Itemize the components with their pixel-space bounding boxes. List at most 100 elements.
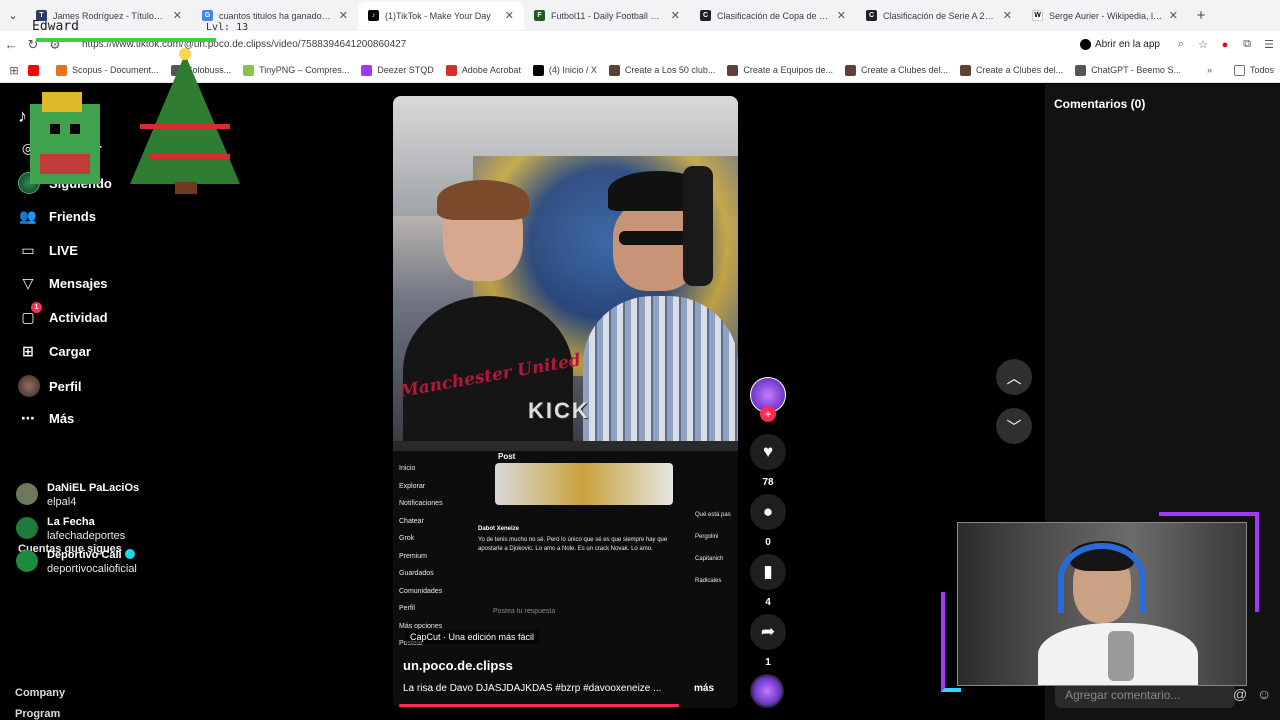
browser-tab[interactable]: F Futbol11 - Daily Football Game ✕ <box>524 2 690 30</box>
tab-search-icon[interactable]: ⌄ <box>0 0 26 31</box>
close-tab-icon[interactable]: ✕ <box>1169 9 1178 22</box>
like-button[interactable]: ♥ 78 <box>748 434 788 488</box>
headset-icon <box>1058 543 1146 613</box>
x-nav-item: Inicio <box>399 465 416 472</box>
bookmark-item[interactable]: Create a Clubes del... <box>960 64 1063 76</box>
save-count: 4 <box>765 597 771 608</box>
microphone <box>683 166 713 286</box>
zoom-icon[interactable]: ⌕ <box>1170 38 1192 51</box>
sidebar-item-actividad[interactable]: ▢ 1 Actividad <box>18 302 108 327</box>
bookmark-favicon-icon <box>532 64 544 76</box>
account-name: Deportivo Cali <box>47 548 137 562</box>
x-trending-item: Qué está pas <box>695 512 731 518</box>
capcut-label[interactable]: CapCut · Una edición más fácil <box>405 630 540 644</box>
comment-button[interactable]: ● 0 <box>748 494 788 548</box>
bookmark-item[interactable]: (4) Inicio / X <box>532 64 597 76</box>
video-caption-text: La risa de Davo DJASJDAJKDAS #bzrp #davo… <box>403 683 662 694</box>
opera-extension-icon[interactable]: ● <box>1214 39 1236 51</box>
x-nav-item: Notificaciones <box>399 500 443 507</box>
bookmark-item[interactable]: Create a Equipos de... <box>727 64 833 76</box>
tab-title: Clasificación de Serie A 2025/2 <box>883 10 997 21</box>
footer-link-program[interactable]: Program <box>15 708 60 720</box>
following-account[interactable]: La Fecha lafechadeportes <box>16 515 125 543</box>
all-bookmarks[interactable]: » Todos <box>1206 64 1274 76</box>
browser-tab[interactable]: W Serge Aurier - Wikipedia, la enc ✕ <box>1022 2 1188 30</box>
following-account[interactable]: Deportivo Cali deportivocalioficial <box>16 548 137 576</box>
sidebar-item-label: Perfil <box>49 378 82 394</box>
sidebar-item-live[interactable]: ▭ LIVE <box>18 240 78 260</box>
sidebar-item-perfil[interactable]: Perfil <box>18 375 82 397</box>
open-in-app-button[interactable]: Abrir en la app <box>1079 39 1160 50</box>
sidebar-item-mensajes[interactable]: ▽ Mensajes <box>18 273 108 293</box>
notification-badge: 1 <box>31 302 42 313</box>
account-avatar <box>16 483 38 505</box>
x-trending-item: Capitanich <box>695 556 724 562</box>
activity-icon: ▢ 1 <box>18 302 42 327</box>
x-trending-item: Pergolini <box>695 534 719 540</box>
close-tab-icon[interactable]: ✕ <box>505 9 514 22</box>
open-in-app-label: Abrir en la app <box>1094 39 1160 50</box>
streamer-level: Lvl: 13 <box>206 22 249 33</box>
browser-tab[interactable]: ♪ (1)TikTok - Make Your Day ✕ <box>358 1 524 30</box>
live-icon: ▭ <box>21 241 35 258</box>
video-progress-bar[interactable] <box>399 704 679 707</box>
following-account[interactable]: DaNiEL PaLaciOs elpal4 <box>16 481 139 509</box>
music-disc[interactable] <box>750 674 784 708</box>
bookmark-item[interactable]: Adobe Acrobat <box>445 64 521 76</box>
caption-more-button[interactable]: más <box>694 683 714 694</box>
browser-tab-bar: ⌄ T James Rodríguez - Títulos & Lo ✕ Gcuant… <box>0 0 1280 31</box>
browser-tab[interactable]: C Clasificación de Serie A 2025/2 ✕ <box>856 2 1022 30</box>
video-frame-top: Manchester United KICK <box>393 96 738 446</box>
footer-link-company[interactable]: Company <box>15 687 65 699</box>
comment-icon: ● <box>750 494 786 530</box>
microphone-icon <box>1108 631 1134 681</box>
previous-video-button[interactable]: ︿ <box>996 359 1032 395</box>
save-button[interactable]: ▮ 4 <box>748 554 788 608</box>
close-tab-icon[interactable]: ✕ <box>339 9 348 22</box>
bookmark-favicon-icon <box>361 64 373 76</box>
video-player[interactable]: Manchester United KICK Inicio Explorar Not… <box>393 96 738 708</box>
sidebar-item-label: Actividad <box>49 309 108 325</box>
account-username: lafechadeportes <box>47 530 126 542</box>
close-tab-icon[interactable]: ✕ <box>1003 9 1012 22</box>
share-button[interactable]: ➦ 1 <box>748 614 788 668</box>
bookmark-star-icon[interactable]: ☆ <box>1192 38 1214 51</box>
sidebar-item-friends[interactable]: 👥 Friends <box>18 206 96 226</box>
account-avatar <box>16 550 38 572</box>
bookmark-favicon-icon <box>608 64 620 76</box>
emoji-icon[interactable]: ☺ <box>1257 686 1271 702</box>
bookmark-label: Create a Los 50 club... <box>624 65 716 75</box>
tab-favicon-icon: G <box>202 10 213 21</box>
sidebar-item-label: Mensajes <box>49 275 108 291</box>
chevron-right-icon: » <box>1206 65 1212 75</box>
follow-plus-icon[interactable]: + <box>760 406 776 422</box>
close-tab-icon[interactable]: ✕ <box>671 9 680 22</box>
bookmark-item[interactable]: ChatGPT - Beemo S... <box>1075 64 1181 76</box>
bookmark-item[interactable]: Deezer STQD <box>361 64 434 76</box>
account-name: DaNiEL PaLaciOs <box>47 482 140 494</box>
heart-icon: ♥ <box>750 434 786 470</box>
bookmark-item[interactable]: Create a Los 50 club... <box>608 64 716 76</box>
verified-badge-icon <box>124 549 135 559</box>
video-author[interactable]: un.poco.de.clipss <box>403 658 513 673</box>
next-video-button[interactable]: ﹀ <box>996 408 1032 444</box>
menu-icon[interactable]: ☰ <box>1258 38 1280 51</box>
bookmark-item[interactable]: Create a Clubes del... <box>844 64 948 76</box>
back-icon[interactable]: ← <box>0 37 22 52</box>
tab-title: Serge Aurier - Wikipedia, la enc <box>1049 10 1163 21</box>
extensions-icon[interactable]: ⧉ <box>1236 38 1258 51</box>
bookmark-favicon-icon <box>844 64 856 76</box>
close-tab-icon[interactable]: ✕ <box>173 9 182 22</box>
comments-title: Comentarios (0) <box>1054 97 1146 111</box>
sidebar-item-cargar[interactable]: ⊞ Cargar <box>18 341 91 361</box>
browser-tab[interactable]: C Clasificación de Copa de África ✕ <box>690 2 856 30</box>
x-nav-item: Más opciones <box>399 622 443 630</box>
sidebar-item-más[interactable]: ⋯ Más <box>18 408 74 428</box>
profile-avatar-icon <box>18 375 40 397</box>
new-tab-button[interactable]: + <box>1188 7 1214 24</box>
close-tab-icon[interactable]: ✕ <box>837 9 846 22</box>
x-reply-placeholder: Postea tu respuesta <box>493 608 556 615</box>
share-icon: ➦ <box>750 614 786 650</box>
pixel-art-overlay <box>30 48 240 194</box>
bookmark-label: Deezer STQD <box>377 65 434 75</box>
